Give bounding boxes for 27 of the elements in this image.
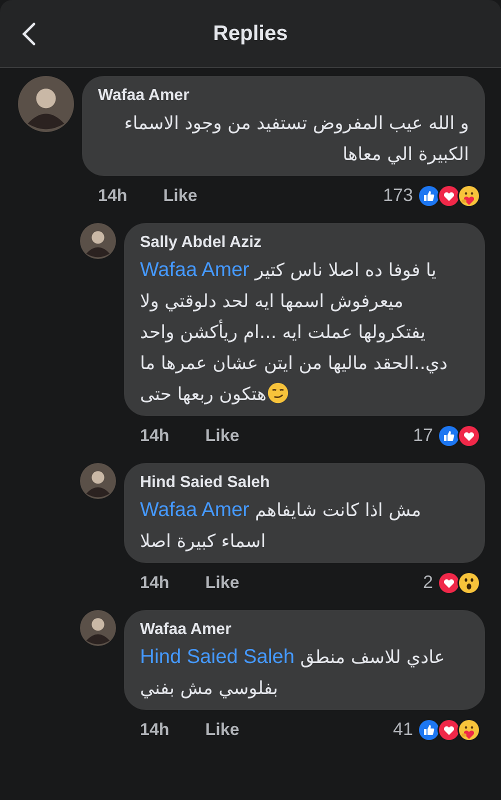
timestamp: 14h [98,184,128,207]
reaction-count: 173 [382,184,413,207]
author-name[interactable]: Wafaa Amer [140,618,469,642]
avatar[interactable] [80,610,116,646]
avatar[interactable] [80,463,116,499]
mention-link[interactable]: Hind Saied Saleh [140,646,295,668]
reaction-count: 41 [392,718,413,741]
reaction-count: 2 [422,571,433,594]
like-button[interactable]: Like [205,570,240,596]
back-icon[interactable] [20,20,38,46]
mention-link[interactable]: Wafaa Amer [140,259,250,281]
smirking-face-icon [266,382,289,404]
author-name[interactable]: Hind Saied Saleh [140,471,469,495]
timestamp: 14h [140,718,170,741]
comment-text: و الله عيب المفروض تستفيد من وجود الاسماء الكبيرة الي معاها [123,112,469,167]
like-button[interactable]: Like [163,182,198,208]
avatar[interactable] [18,76,74,132]
avatar[interactable] [80,223,116,259]
reaction-count: 17 [412,424,433,447]
author-name[interactable]: Sally Abdel Aziz [140,231,469,255]
page-title: Replies [213,20,288,47]
like-button[interactable]: Like [205,422,240,448]
mention-link[interactable]: Wafaa Amer [140,499,250,521]
like-button[interactable]: Like [205,716,240,742]
timestamp: 14h [140,424,170,447]
timestamp: 14h [140,572,170,594]
author-name[interactable]: Wafaa Amer [98,84,469,108]
